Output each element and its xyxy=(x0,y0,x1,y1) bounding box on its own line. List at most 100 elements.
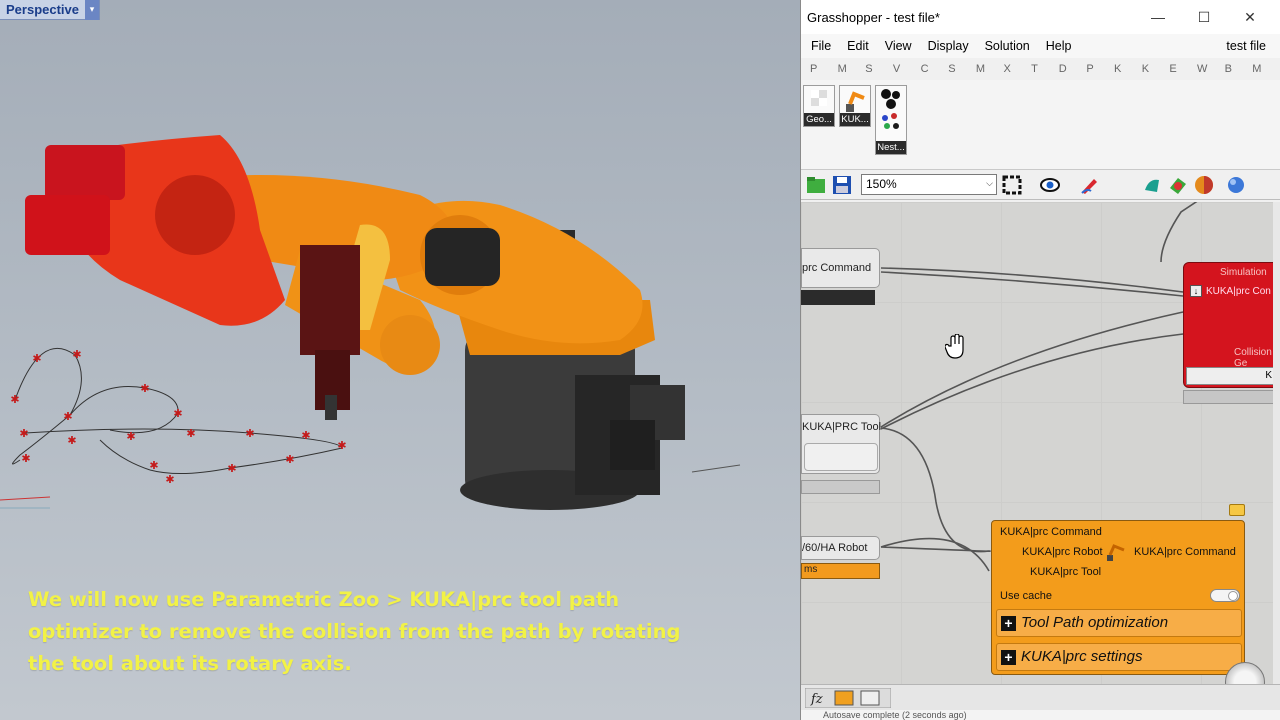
use-cache-label: Use cache xyxy=(1000,590,1052,602)
section-settings-label: KUKA|prc settings xyxy=(1021,648,1143,665)
canvas-bottom-bar: fz xyxy=(801,684,1280,710)
toolpath-optimizer-component[interactable]: KUKA|prc Command KUKA|prc Robot KUKA|prc… xyxy=(991,520,1245,675)
grasshopper-window: Grasshopper - test file* — ☐ ✕ File Edit… xyxy=(800,0,1280,720)
menu-solution[interactable]: Solution xyxy=(985,39,1030,53)
tab-x[interactable]: X xyxy=(1003,63,1031,75)
svg-text:✱: ✱ xyxy=(245,427,254,440)
tab-m3[interactable]: M xyxy=(1252,63,1280,75)
ribbon-geo-label: Geo... xyxy=(804,113,834,126)
tab-s2[interactable]: S xyxy=(948,63,976,75)
axis-line xyxy=(691,464,741,473)
viewport-title[interactable]: Perspective xyxy=(0,2,85,17)
ribbon-nest[interactable]: Nest... xyxy=(875,85,907,155)
tab-p[interactable]: P xyxy=(810,63,838,75)
tab-w[interactable]: W xyxy=(1197,63,1225,75)
kuka-core-button[interactable]: K xyxy=(1186,367,1274,385)
expand-plus-icon[interactable]: + xyxy=(1001,650,1016,665)
svg-text:✱: ✱ xyxy=(72,348,81,361)
input-command: KUKA|prc Con xyxy=(1206,286,1271,297)
command-param-label: prc Command xyxy=(802,262,872,274)
rhino-viewport[interactable]: ✱ ✱ ✱ ✱ ✱ ✱ ✱ ✱ ✱ ✱ ✱ ✱ ✱ ✱ ✱ ✱ ✱ ✱ Perspective ▾ We… xyxy=(0,0,800,720)
svg-text:✱: ✱ xyxy=(301,429,310,442)
kuka-core-component[interactable]: Simulation ↓ KUKA|prc Con Collision Ge K xyxy=(1183,262,1274,388)
menu-help[interactable]: Help xyxy=(1046,39,1072,53)
close-button[interactable]: ✕ xyxy=(1227,0,1273,34)
save-icon[interactable] xyxy=(831,174,853,196)
tab-t[interactable]: T xyxy=(1031,63,1059,75)
svg-text:✱: ✱ xyxy=(126,430,135,443)
input-tool-label: KUKA|prc Tool xyxy=(1030,566,1102,578)
svg-text:fz: fz xyxy=(810,692,823,707)
svg-text:✱: ✱ xyxy=(227,462,236,475)
graft-icon: ↓ xyxy=(1190,285,1202,297)
svg-text:✱: ✱ xyxy=(21,452,30,465)
ribbon-geo[interactable]: Geo... xyxy=(803,85,835,127)
input-robot-label: KUKA|prc Robot xyxy=(1022,546,1103,558)
viewport-tab[interactable]: Perspective ▾ xyxy=(0,0,100,20)
tab-d[interactable]: D xyxy=(1059,63,1087,75)
file-name: test file xyxy=(1226,39,1266,53)
display-sphere-icon[interactable] xyxy=(1225,174,1247,196)
canvas-scrollbar[interactable] xyxy=(1273,202,1280,684)
tab-p2[interactable]: P xyxy=(1086,63,1114,75)
message-balloon-icon[interactable] xyxy=(1229,504,1245,516)
kuka-core-bar xyxy=(1183,390,1274,404)
svg-text:✱: ✱ xyxy=(186,427,195,440)
preview-wire-icon[interactable] xyxy=(1141,174,1163,196)
menu-view[interactable]: View xyxy=(885,39,912,53)
tab-e[interactable]: E xyxy=(1169,63,1197,75)
zoom-extents-icon[interactable] xyxy=(1001,174,1023,196)
minimize-button[interactable]: — xyxy=(1135,0,1181,34)
svg-text:✱: ✱ xyxy=(140,382,149,395)
menu-edit[interactable]: Edit xyxy=(847,39,869,53)
component-tabs: P M S V C S M X T D P K K E W B M xyxy=(801,58,1280,80)
tab-k[interactable]: K xyxy=(1114,63,1142,75)
gh-canvas[interactable]: prc Command KUKA|PRC Tool /60/HA Robot m… xyxy=(801,202,1274,684)
tool-param-bar xyxy=(801,480,880,494)
toolpath-points: ✱ ✱ ✱ ✱ ✱ ✱ ✱ ✱ ✱ ✱ ✱ ✱ ✱ ✱ ✱ ✱ ✱ ✱ xyxy=(10,348,346,486)
tool-param[interactable]: KUKA|PRC Tool xyxy=(801,414,882,474)
tool-param-label: KUKA|PRC Tool xyxy=(802,421,882,433)
tool-param-body xyxy=(804,443,878,471)
maximize-button[interactable]: ☐ xyxy=(1181,0,1227,34)
ribbon-kuka[interactable]: KUK... xyxy=(839,85,871,127)
chevron-down-icon: ⌵ xyxy=(986,178,993,188)
svg-text:✱: ✱ xyxy=(10,393,19,406)
section-kuka-settings[interactable]: + KUKA|prc settings xyxy=(996,643,1242,671)
hand-cursor-icon xyxy=(945,334,964,359)
svg-text:✱: ✱ xyxy=(19,427,28,440)
robot-arm-icon xyxy=(846,91,865,112)
tab-s[interactable]: S xyxy=(865,63,893,75)
viewport-dropdown-icon[interactable]: ▾ xyxy=(85,0,99,20)
tab-k2[interactable]: K xyxy=(1142,63,1170,75)
tab-c[interactable]: C xyxy=(921,63,949,75)
open-file-icon[interactable] xyxy=(805,174,827,196)
svg-text:✱: ✱ xyxy=(337,439,346,452)
expand-plus-icon[interactable]: + xyxy=(1001,616,1016,631)
svg-text:✱: ✱ xyxy=(285,453,294,466)
bottom-tools-icon[interactable]: fz xyxy=(805,688,891,708)
sketch-pen-icon[interactable] xyxy=(1079,174,1101,196)
svg-text:✱: ✱ xyxy=(32,352,41,365)
ribbon-kuka-label: KUK... xyxy=(840,113,870,126)
preview-shaded-icon[interactable] xyxy=(1167,174,1189,196)
menu-file[interactable]: File xyxy=(811,39,831,53)
status-bar: Autosave complete (2 seconds ago) xyxy=(801,710,1280,720)
use-cache-toggle[interactable] xyxy=(1210,589,1240,602)
zoom-select[interactable]: 150% ⌵ xyxy=(861,174,997,195)
command-param[interactable]: prc Command xyxy=(801,248,880,288)
material-sphere-icon[interactable] xyxy=(1193,174,1215,196)
menu-display[interactable]: Display xyxy=(928,39,969,53)
robot-param[interactable]: /60/HA Robot xyxy=(801,536,880,560)
preview-eye-icon[interactable] xyxy=(1039,174,1061,196)
tab-m[interactable]: M xyxy=(838,63,866,75)
tab-b[interactable]: B xyxy=(1225,63,1253,75)
svg-text:✱: ✱ xyxy=(63,410,72,423)
section-toolpath-label: Tool Path optimization xyxy=(1021,614,1169,631)
robot-param-sub: ms xyxy=(801,563,880,579)
section-toolpath-optimization[interactable]: + Tool Path optimization xyxy=(996,609,1242,637)
toggle-knob xyxy=(1228,591,1238,601)
tab-m2[interactable]: M xyxy=(976,63,1004,75)
svg-text:✱: ✱ xyxy=(173,407,182,420)
tab-v[interactable]: V xyxy=(893,63,921,75)
